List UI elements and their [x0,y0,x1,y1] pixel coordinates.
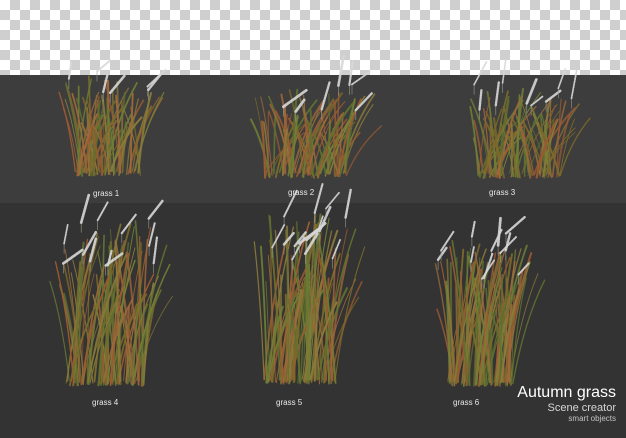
grass-5-label: grass 5 [276,398,303,407]
brand-note: smart objects [568,414,616,423]
brand-subtitle: Scene creator [547,402,616,414]
brand-title: Autumn grass [517,384,616,401]
grass-4-label: grass 4 [92,398,119,407]
grass-plume [96,59,112,73]
grass-6-label: grass 6 [453,398,480,407]
grass-2-label: grass 2 [288,188,315,197]
brand-block: Autumn grass Scene creator smart objects [517,384,616,424]
grass-1-label: grass 1 [93,189,120,198]
grass-3-label: grass 3 [489,188,516,197]
scene-canvas [0,54,626,438]
